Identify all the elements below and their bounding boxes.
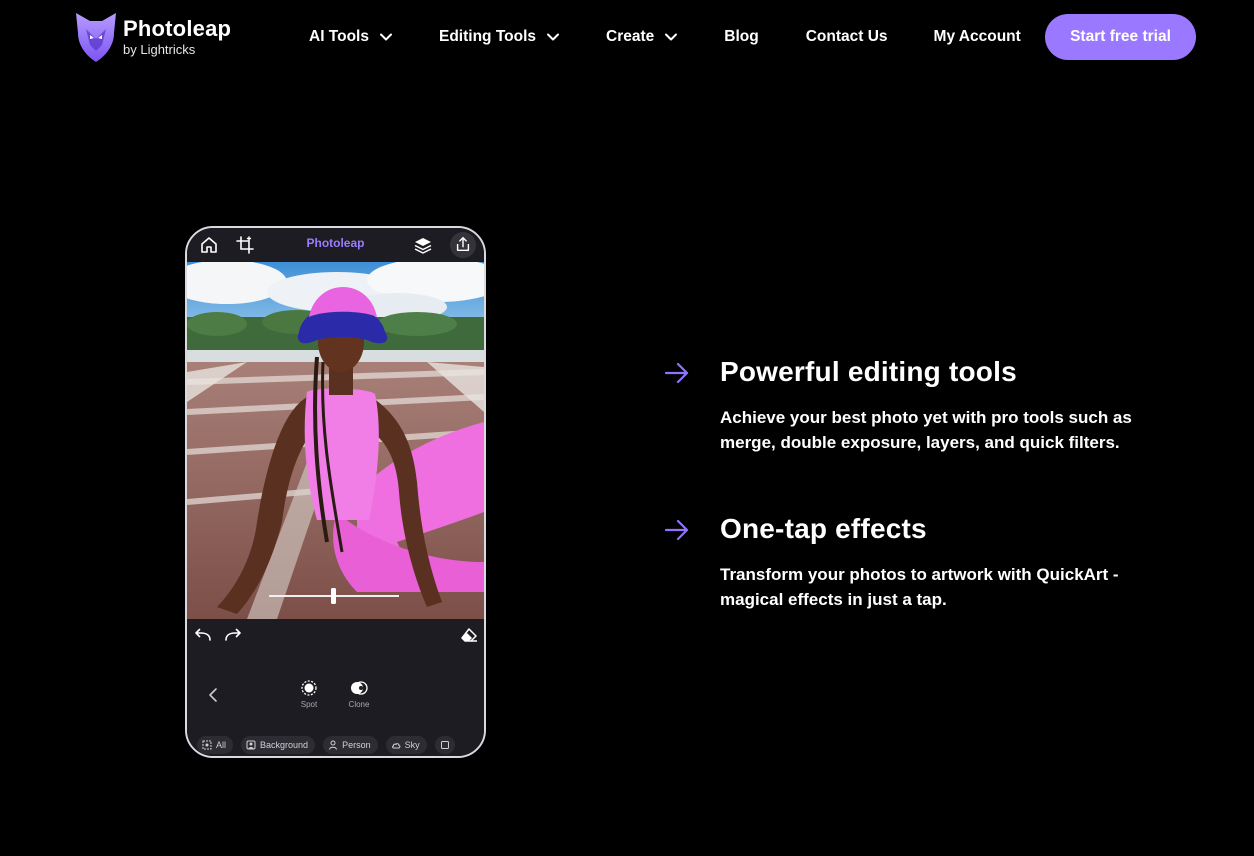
person-icon xyxy=(329,740,338,750)
feature-title: Powerful editing tools xyxy=(720,356,1017,387)
chip-label: Sky xyxy=(404,740,420,750)
chip-label: All xyxy=(216,740,227,750)
selection-chips: All Background Person Sky xyxy=(197,736,463,754)
nav-label: Blog xyxy=(724,28,759,45)
chip-label: Background xyxy=(260,740,309,750)
feature-powerful-editing: Powerful editing tools Achieve your best… xyxy=(664,356,1184,466)
nav-label: AI Tools xyxy=(309,28,369,45)
nav-label: Contact Us xyxy=(805,28,888,45)
chevron-down-icon xyxy=(665,33,678,41)
chevron-left-icon xyxy=(209,688,217,702)
phone-app-toolbar: Photoleap xyxy=(187,228,484,262)
undo-icon xyxy=(195,628,211,641)
site-header: Photoleap by Lightricks AI Tools Editing… xyxy=(0,0,1254,74)
chevron-down-icon xyxy=(547,33,560,41)
phone-mockup: Photoleap Spot Clone All Background Pers… xyxy=(185,226,486,758)
logo-link[interactable]: Photoleap by Lightricks xyxy=(72,11,231,63)
background-icon xyxy=(246,740,256,750)
share-button xyxy=(450,232,476,258)
chip-background: Background xyxy=(241,736,316,754)
woman-in-pink-photo xyxy=(187,262,484,619)
chip-person: Person xyxy=(323,736,378,754)
nav-label: My Account xyxy=(933,28,1021,45)
chip-more xyxy=(434,736,455,754)
logo-subtitle: by Lightricks xyxy=(123,41,196,57)
arrow-right-icon xyxy=(664,362,689,384)
feature-title: One-tap effects xyxy=(720,513,927,544)
logo-title: Photoleap xyxy=(123,15,232,41)
feature-description: Transform your photos to artwork with Qu… xyxy=(720,565,1119,609)
select-all-icon xyxy=(202,740,212,750)
nav-label: Create xyxy=(606,28,655,45)
main-nav: AI Tools Editing Tools Create Blog Conta… xyxy=(309,24,1021,50)
nav-label: Editing Tools xyxy=(439,28,537,45)
tool-label: Clone xyxy=(348,700,370,709)
eraser-icon xyxy=(461,628,477,642)
feature-one-tap-effects: One-tap effects Transform your photos to… xyxy=(664,513,1184,623)
tool-label: Spot xyxy=(300,700,318,709)
spot-icon xyxy=(301,680,317,696)
app-title: Photoleap xyxy=(306,236,365,250)
photo-canvas xyxy=(187,262,484,619)
redo-icon xyxy=(225,628,241,641)
chevron-down-icon xyxy=(380,33,392,41)
chip-sky: Sky xyxy=(385,736,427,754)
share-icon xyxy=(456,236,470,252)
tools-panel: Spot Clone All Background Person Sky xyxy=(187,619,484,756)
clone-icon xyxy=(351,681,368,695)
layers-icon xyxy=(414,238,432,254)
object-icon xyxy=(440,741,449,749)
chip-label: Person xyxy=(342,740,371,750)
cloud-icon xyxy=(391,743,400,749)
chip-all: All xyxy=(197,736,234,754)
nav-blog[interactable]: Blog xyxy=(724,28,758,46)
tool-clone: Clone xyxy=(339,679,379,709)
feature-description: Achieve your best photo yet with pro too… xyxy=(720,408,1132,452)
nav-contact-us[interactable]: Contact Us xyxy=(806,28,888,46)
start-free-trial-button[interactable]: Start free trial xyxy=(1045,14,1196,60)
nav-ai-tools[interactable]: AI Tools xyxy=(309,28,393,46)
nav-editing-tools[interactable]: Editing Tools xyxy=(439,28,560,46)
arrow-right-icon xyxy=(664,519,689,541)
fox-logo-icon xyxy=(76,13,116,62)
nav-create[interactable]: Create xyxy=(606,28,678,46)
tool-spot: Spot xyxy=(289,679,329,709)
nav-my-account[interactable]: My Account xyxy=(934,28,1021,46)
